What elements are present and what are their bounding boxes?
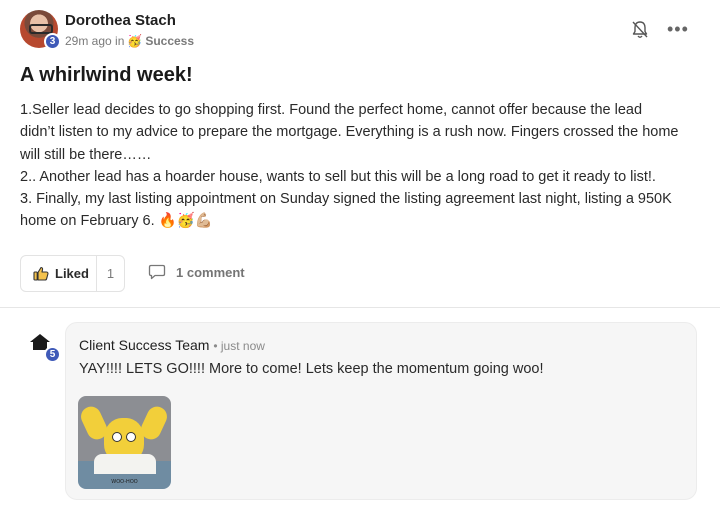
- comment-text: YAY!!!! LETS GO!!!! More to come! Lets k…: [79, 361, 544, 377]
- post-time: 29m ago in: [65, 34, 125, 48]
- comment-bubble: Client Success Team • just now YAY!!!! L…: [65, 322, 697, 500]
- gif-eye: [126, 432, 136, 442]
- comment-author-name[interactable]: Client Success Team: [79, 337, 209, 353]
- commenter-level-badge: 5: [44, 346, 61, 363]
- like-button[interactable]: Liked 1: [20, 255, 125, 292]
- more-options-icon[interactable]: •••: [667, 20, 689, 38]
- post-card: 3 Dorothea Stach 29m ago in 🥳 Success ••…: [0, 0, 720, 307]
- comment-author-line: Client Success Team • just now: [79, 337, 265, 353]
- comment-time: • just now: [213, 339, 265, 353]
- post-author-name[interactable]: Dorothea Stach: [65, 12, 176, 29]
- post-body-line: 3. Finally, my last listing appointment …: [20, 191, 672, 208]
- space-emoji: 🥳: [127, 34, 143, 48]
- like-label: Liked: [55, 266, 89, 281]
- space-link[interactable]: Success: [145, 34, 194, 48]
- like-toggle[interactable]: Liked: [21, 256, 97, 291]
- gif-eye: [112, 432, 122, 442]
- section-divider: [0, 307, 720, 308]
- post-body-line: 2.. Another lead has a hoarder house, wa…: [20, 168, 656, 185]
- post-body-line: will still be there……: [20, 146, 152, 163]
- comment-count-link[interactable]: 1 comment: [148, 264, 245, 280]
- thumbs-up-icon: [33, 266, 49, 281]
- level-badge: 3: [44, 33, 61, 50]
- post-title: A whirlwind week!: [20, 64, 193, 86]
- comment-count-label: 1 comment: [176, 264, 245, 280]
- post-body-line: home on February 6. 🔥🥳💪🏼: [20, 213, 213, 230]
- post-body-line: didn’t listen to my advice to prepare th…: [20, 124, 679, 141]
- like-count[interactable]: 1: [97, 266, 124, 281]
- comment-gif-image[interactable]: WOO-HOO: [78, 396, 171, 489]
- gif-caption: WOO-HOO: [111, 479, 138, 485]
- author-avatar[interactable]: 3: [20, 10, 61, 50]
- gif-shirt: [94, 454, 156, 474]
- comment-icon: [148, 264, 166, 280]
- post-body: 1.Seller lead decides to go shopping fir…: [20, 99, 710, 233]
- post-meta: 29m ago in 🥳 Success: [65, 34, 194, 48]
- post-body-line: 1.Seller lead decides to go shopping fir…: [20, 102, 643, 118]
- bell-icon[interactable]: [631, 20, 649, 40]
